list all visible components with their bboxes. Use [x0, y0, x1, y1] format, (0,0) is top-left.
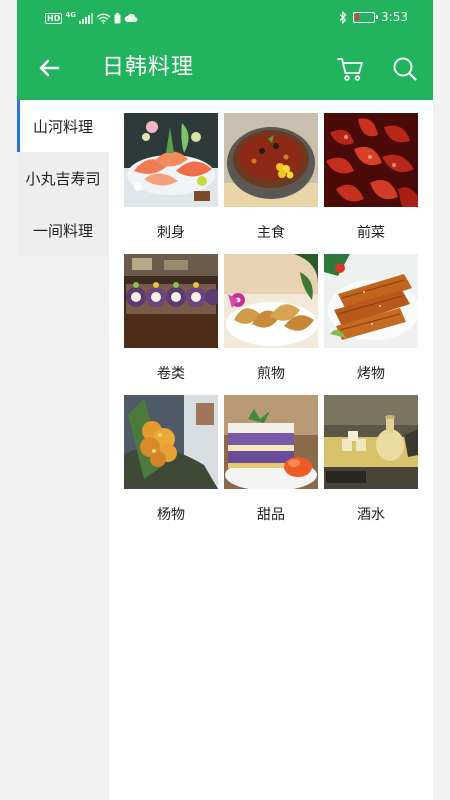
restaurant-sidebar: 山河料理 小丸吉寿司 一间料理	[17, 100, 109, 800]
sidebar-item-label: 山河料理	[32, 117, 93, 136]
appetizer-image	[324, 113, 418, 207]
category-item-appetizer[interactable]: 前菜	[324, 113, 418, 254]
category-item-grilled[interactable]: 烤物	[324, 254, 418, 395]
fried-image	[124, 395, 218, 489]
status-bar: HD 4G 3:53	[17, 0, 433, 36]
category-label: 卷类	[157, 365, 185, 382]
category-item-drinks[interactable]: 酒水	[324, 395, 418, 536]
status-time: 3:53	[381, 10, 408, 24]
status-left: HD 4G	[45, 11, 138, 25]
category-item-rolls[interactable]: 卷类	[124, 254, 218, 395]
network-type-badge: 4G	[65, 11, 76, 19]
dessert-image	[224, 395, 318, 489]
category-label: 前菜	[357, 224, 385, 241]
battery-saver-icon	[114, 12, 121, 23]
rolls-image	[124, 254, 218, 348]
drinks-image	[324, 395, 418, 489]
page-title: 日韩料理	[102, 55, 195, 80]
sidebar-item-shanhe[interactable]: 山河料理	[17, 100, 109, 152]
grilled-image	[324, 254, 418, 348]
category-item-main-course[interactable]: 主食	[224, 113, 318, 254]
category-item-pan-fried[interactable]: 煎物	[224, 254, 318, 395]
sidebar-item-yijian[interactable]: 一间料理	[17, 204, 109, 256]
category-item-sashimi[interactable]: 刺身	[124, 113, 218, 254]
category-label: 主食	[257, 224, 285, 241]
cart-icon	[337, 58, 363, 81]
sashimi-image	[124, 113, 218, 207]
sidebar-item-label: 一间料理	[32, 221, 93, 240]
battery-icon	[353, 11, 379, 23]
wifi-icon	[96, 13, 111, 24]
back-button[interactable]	[33, 52, 65, 84]
bluetooth-icon	[339, 10, 347, 24]
search-icon	[393, 57, 417, 81]
category-label: 烤物	[357, 365, 385, 382]
app-bar: 日韩料理	[17, 36, 433, 100]
search-button[interactable]	[388, 52, 422, 86]
phone-screen: HD 4G 3:53 日韩料理 山河料理 小丸吉寿司 一间料理 刺身 主食 前菜…	[17, 0, 433, 800]
sidebar-item-xiaowanji[interactable]: 小丸吉寿司	[17, 152, 109, 204]
category-grid: 刺身 主食 前菜 卷类 煎物 烤物 杨物 甜品 酒水	[124, 113, 418, 536]
hd-badge: HD	[45, 12, 63, 24]
category-label: 杨物	[157, 506, 185, 523]
pan-fried-image	[224, 254, 318, 348]
category-label: 煎物	[257, 365, 285, 382]
category-item-dessert[interactable]: 甜品	[224, 395, 318, 536]
main-course-image	[224, 113, 318, 207]
cloud-icon	[124, 13, 138, 23]
signal-icon	[78, 12, 93, 24]
category-label: 刺身	[157, 224, 185, 241]
arrow-left-icon	[39, 59, 60, 77]
status-right: 3:53	[339, 9, 408, 25]
category-label: 酒水	[357, 506, 385, 523]
sidebar-item-label: 小丸吉寿司	[25, 169, 101, 188]
cart-button[interactable]	[333, 52, 367, 86]
category-label: 甜品	[257, 506, 285, 523]
category-item-fried[interactable]: 杨物	[124, 395, 218, 536]
category-content: 刺身 主食 前菜 卷类 煎物 烤物 杨物 甜品 酒水	[109, 100, 433, 800]
